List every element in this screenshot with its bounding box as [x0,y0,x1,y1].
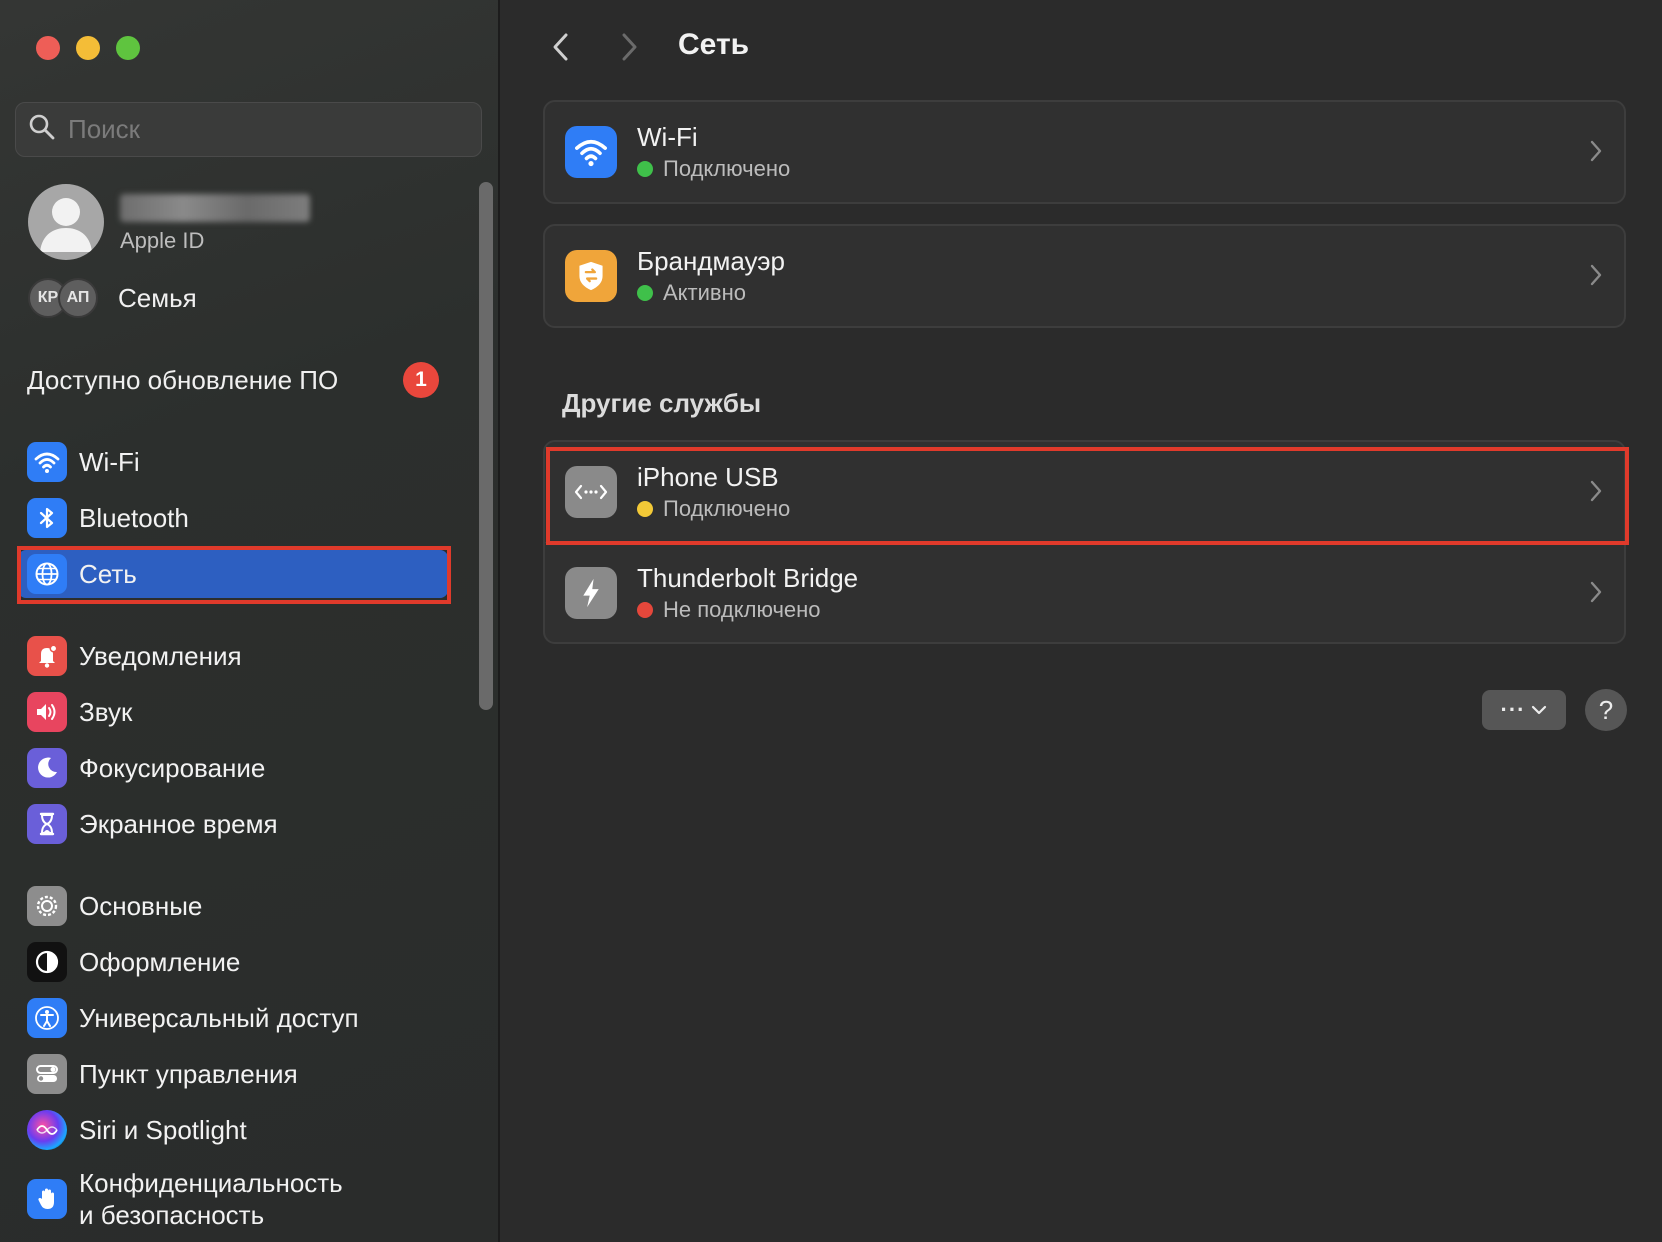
more-actions-button[interactable]: ··· [1482,690,1566,730]
sidebar: Apple ID КР АП Семья Доступно обновление… [0,0,500,1242]
service-status: Подключено [663,156,791,181]
chevron-right-icon [1590,140,1602,162]
thunderbolt-icon [565,566,617,619]
hand-icon [27,1179,67,1219]
status-indicator [637,161,653,177]
back-button[interactable] [546,30,576,64]
wifi-icon [27,442,67,482]
person-icon [40,198,92,252]
search-icon [28,113,56,146]
service-status: Подключено [663,496,791,521]
help-button[interactable]: ? [1585,689,1627,731]
status-indicator [637,501,653,517]
service-status: Не подключено [663,596,821,622]
family-member-avatar: АП [58,278,98,318]
sidebar-item-label-line2: и безопасность [79,1200,265,1230]
firewall-card: Брандмауэр Активно [543,224,1626,328]
sidebar-item-label: Конфиденциальность и безопасность [79,1167,343,1231]
sidebar-scrollbar[interactable] [479,182,493,710]
sidebar-item-screen-time[interactable]: Экранное время [18,800,448,848]
service-name: iPhone USB [637,462,779,492]
chevron-right-icon [1590,264,1602,286]
globe-icon [27,554,67,594]
sidebar-item-bluetooth[interactable]: Bluetooth [18,494,448,542]
apple-id-account[interactable]: Apple ID [28,184,448,264]
gear-icon [27,886,67,926]
bluetooth-icon [27,498,67,538]
zoom-window-button[interactable] [116,36,140,60]
appearance-icon [27,942,67,982]
search-input[interactable] [68,114,468,145]
usb-network-icon [565,466,617,518]
window-controls [36,36,140,60]
sidebar-item-sound[interactable]: Звук [18,688,448,736]
chevron-right-icon [622,33,637,61]
service-status: Активно [663,280,746,305]
status-indicator [637,601,653,618]
service-row-wifi[interactable]: Wi-Fi Подключено [545,102,1624,202]
other-services-card: iPhone USB Подключено Thunderbolt Bridge… [543,440,1626,644]
accessibility-icon [27,998,67,1038]
software-update-item[interactable]: Доступно обновление ПО 1 [27,360,439,400]
search-field[interactable] [15,102,482,157]
more-actions-label: ··· [1500,697,1526,722]
software-update-label: Доступно обновление ПО [27,364,339,395]
service-row-firewall[interactable]: Брандмауэр Активно [545,226,1624,326]
speaker-icon [27,692,67,732]
sidebar-item-label: Сеть [79,559,137,589]
family-item[interactable]: КР АП Семья [28,276,197,320]
control-center-icon [27,1054,67,1094]
service-row-thunderbolt-bridge[interactable]: Thunderbolt Bridge Не подключено [545,542,1624,642]
sidebar-item-label: Пункт управления [79,1059,298,1089]
wifi-card: Wi-Fi Подключено [543,100,1626,204]
sidebar-item-accessibility[interactable]: Универсальный доступ [18,994,448,1042]
chevron-right-icon [1590,480,1602,502]
sidebar-item-label: Wi-Fi [79,447,140,477]
sidebar-item-label: Siri и Spotlight [79,1115,247,1145]
wifi-icon [565,126,617,178]
sidebar-item-notifications[interactable]: Уведомления [18,632,448,680]
sidebar-item-label: Экранное время [79,809,278,839]
sidebar-item-label: Основные [79,891,203,921]
account-name-blurred [120,194,310,222]
minimize-window-button[interactable] [76,36,100,60]
account-subtitle: Apple ID [120,228,205,253]
service-row-iphone-usb[interactable]: iPhone USB Подключено [545,442,1624,542]
close-window-button[interactable] [36,36,60,60]
sidebar-item-privacy-security[interactable]: Конфиденциальность и безопасность [18,1164,448,1234]
siri-icon [27,1110,67,1150]
sidebar-item-label: Звук [79,697,133,727]
update-badge: 1 [403,362,439,398]
sidebar-item-control-center[interactable]: Пункт управления [18,1050,448,1098]
section-other-services-label: Другие службы [562,388,762,418]
sidebar-item-general[interactable]: Основные [18,882,448,930]
main-pane: Сеть Wi-Fi Подключено Брандмауэр Активно… [502,0,1662,1242]
sidebar-item-label: Уведомления [79,641,242,671]
sidebar-item-siri-spotlight[interactable]: Siri и Spotlight [18,1106,448,1154]
sidebar-item-label: Универсальный доступ [79,1003,359,1033]
chevron-down-icon [1532,705,1547,715]
sidebar-item-wifi[interactable]: Wi-Fi [18,438,448,486]
firewall-icon [565,250,617,302]
status-indicator [637,285,653,301]
sidebar-item-focus[interactable]: Фокусирование [18,744,448,792]
bell-icon [27,636,67,676]
sidebar-item-label: Bluetooth [79,503,189,533]
hourglass-icon [27,804,67,844]
chevron-left-icon [553,33,568,61]
sidebar-item-appearance[interactable]: Оформление [18,938,448,986]
forward-button[interactable] [614,30,644,64]
chevron-right-icon [1590,581,1602,603]
sidebar-item-network[interactable]: Сеть [18,550,448,598]
family-label: Семья [118,282,197,313]
page-title: Сеть [678,28,750,61]
avatar [28,184,104,260]
service-name: Thunderbolt Bridge [637,562,859,593]
sidebar-item-label: Оформление [79,947,241,977]
service-name: Wi-Fi [637,122,698,152]
moon-icon [27,748,67,788]
service-name: Брандмауэр [637,246,785,276]
sidebar-item-label-line1: Конфиденциальность [79,1168,343,1198]
sidebar-item-label: Фокусирование [79,753,266,783]
